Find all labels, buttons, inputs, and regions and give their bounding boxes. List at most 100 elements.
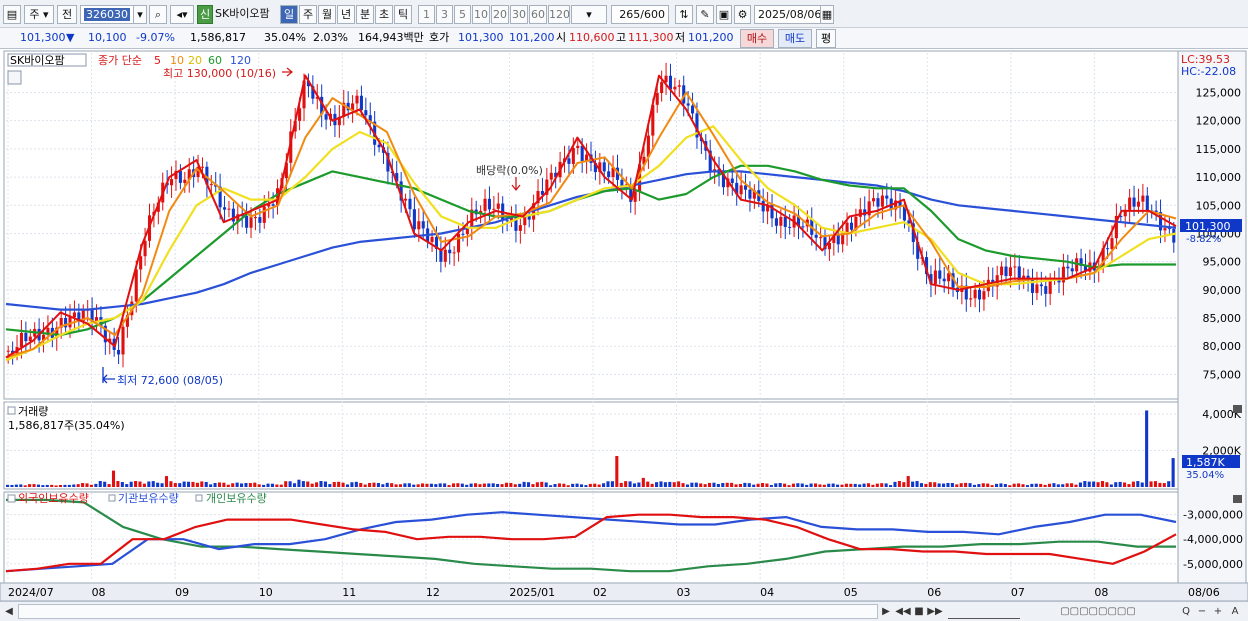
volume-bar — [544, 482, 548, 487]
volume-bar — [310, 483, 314, 487]
count-dropdown[interactable]: ▾ — [571, 5, 607, 24]
scrollbar-track[interactable] — [18, 604, 878, 619]
fast-forward-icon[interactable]: ▶▶ — [927, 604, 943, 619]
date-input[interactable]: 2025/08/06 — [754, 5, 824, 24]
volume-bar — [937, 483, 941, 487]
volume-bar — [407, 483, 411, 487]
candle-body — [1136, 201, 1141, 207]
volume-bar — [226, 484, 230, 487]
date-tick-label: 04 — [760, 586, 774, 599]
price-tick-label: 120,000 — [1196, 115, 1242, 128]
candle-body — [355, 95, 359, 104]
volume-bar — [518, 483, 522, 487]
candle-body — [739, 185, 743, 195]
chart-area[interactable]: 125,000 120,000 115,000 110,000 105,000 100,0… — [0, 49, 1248, 602]
period-tab-0[interactable]: 일 — [280, 5, 298, 24]
tool-icons[interactable]: ▢▢▢▢▢▢▢▢ — [1028, 604, 1168, 619]
period-tab-5[interactable]: 초 — [375, 5, 393, 24]
candle-body — [139, 256, 143, 270]
scroll-right-icon[interactable]: ▶ — [880, 604, 892, 619]
save-icon[interactable]: ▣ — [716, 5, 732, 24]
volume-close-icon[interactable] — [1233, 405, 1242, 413]
volume-bar — [1109, 484, 1113, 487]
volume-bar — [240, 483, 244, 487]
zoom-icon[interactable]: Q — [1180, 604, 1192, 619]
candle-body — [673, 86, 677, 90]
table-icon[interactable] — [7, 70, 22, 85]
interval-button-120[interactable]: 120 — [548, 5, 570, 24]
price-tick-label: 80,000 — [1203, 340, 1242, 353]
gear-icon[interactable]: ⚙ — [734, 5, 751, 24]
code-dropdown-icon[interactable]: ▾ — [133, 5, 147, 24]
volume-bar — [500, 484, 504, 487]
volume-bar — [752, 484, 756, 487]
search-icon[interactable]: ⌕ — [149, 5, 167, 24]
volume-bar — [381, 484, 385, 487]
interval-button-20[interactable]: 20 — [491, 5, 509, 24]
sell-button[interactable]: 매도 — [778, 29, 812, 48]
volume-bar — [818, 484, 822, 487]
chart-svg[interactable]: 125,000120,000115,000110,000105,000100,0… — [0, 49, 1248, 602]
date-tick-label: 08 — [1094, 586, 1108, 599]
interval-button-3[interactable]: 3 — [436, 5, 453, 24]
font-size-icon[interactable]: A — [1228, 604, 1242, 619]
volume-bar — [964, 482, 968, 487]
type-select-b[interactable]: 전 — [57, 5, 77, 24]
holding-axis-ticks: -3,000,000 -4,000,000 -5,000,000 — [1183, 509, 1243, 571]
sound-icon[interactable]: ◂▾ — [170, 5, 194, 24]
volume-bar — [217, 482, 222, 487]
volume-bar — [602, 483, 606, 487]
interval-button-10[interactable]: 10 — [472, 5, 490, 24]
candle-body — [117, 349, 121, 355]
draw-icon[interactable]: ✎ — [696, 5, 714, 24]
compare-icon[interactable]: ⇅ — [675, 5, 693, 24]
interval-button-60[interactable]: 60 — [529, 5, 547, 24]
holding-checkbox[interactable] — [7, 494, 16, 503]
candle-body — [1035, 284, 1039, 293]
holding-close-icon[interactable] — [1233, 495, 1242, 503]
candle-body — [933, 270, 937, 285]
volume-bar — [725, 482, 729, 487]
volume-panel[interactable] — [3, 401, 1179, 490]
interval-button-30[interactable]: 30 — [510, 5, 528, 24]
volume-bar — [195, 482, 199, 487]
volume-bar — [712, 482, 716, 487]
period-tab-6[interactable]: 틱 — [394, 5, 412, 24]
zoom-slider[interactable] — [948, 604, 1020, 619]
calendar-icon[interactable]: ▦ — [820, 5, 834, 24]
price-panel[interactable] — [3, 50, 1179, 400]
volume-bar — [328, 484, 332, 487]
volume-bar — [606, 481, 610, 487]
volume-bar — [919, 483, 924, 487]
type-select-a[interactable]: 주 ▾ — [24, 5, 54, 24]
volume-bar — [1043, 484, 1047, 487]
stop-icon[interactable]: ■ — [912, 604, 926, 619]
volume-bar — [41, 485, 45, 487]
volume-bar — [897, 480, 901, 487]
last-date-label: 08/06 — [1188, 586, 1220, 599]
volume-bar — [593, 483, 597, 487]
volume-checkbox[interactable] — [7, 406, 16, 415]
volume-bar — [1017, 483, 1021, 487]
ask-price: 101,300 — [458, 31, 504, 44]
volume-bar — [513, 484, 517, 487]
buy-button[interactable]: 매수 — [740, 29, 774, 48]
volume-pct-label: 35.04% — [1186, 470, 1224, 481]
volume-bar — [213, 482, 217, 487]
period-tab-3[interactable]: 년 — [337, 5, 355, 24]
candle-body — [686, 103, 690, 106]
eval-button[interactable]: 평 — [816, 29, 836, 48]
scroll-left-icon[interactable]: ◀ — [3, 604, 15, 619]
period-tab-2[interactable]: 월 — [318, 5, 336, 24]
period-tab-4[interactable]: 분 — [356, 5, 374, 24]
rewind-icon[interactable]: ◀◀ — [895, 604, 911, 619]
count-value: 265 — [619, 8, 641, 21]
window-menu-icon[interactable]: ▤ — [3, 5, 21, 24]
period-tab-1[interactable]: 주 — [299, 5, 317, 24]
count-input[interactable]: 265/600 — [611, 5, 669, 24]
interval-button-5[interactable]: 5 — [454, 5, 471, 24]
zoom-in-icon[interactable]: + — [1212, 604, 1224, 619]
zoom-out-icon[interactable]: − — [1196, 604, 1208, 619]
volume-bar — [562, 483, 566, 487]
interval-button-1[interactable]: 1 — [418, 5, 435, 24]
